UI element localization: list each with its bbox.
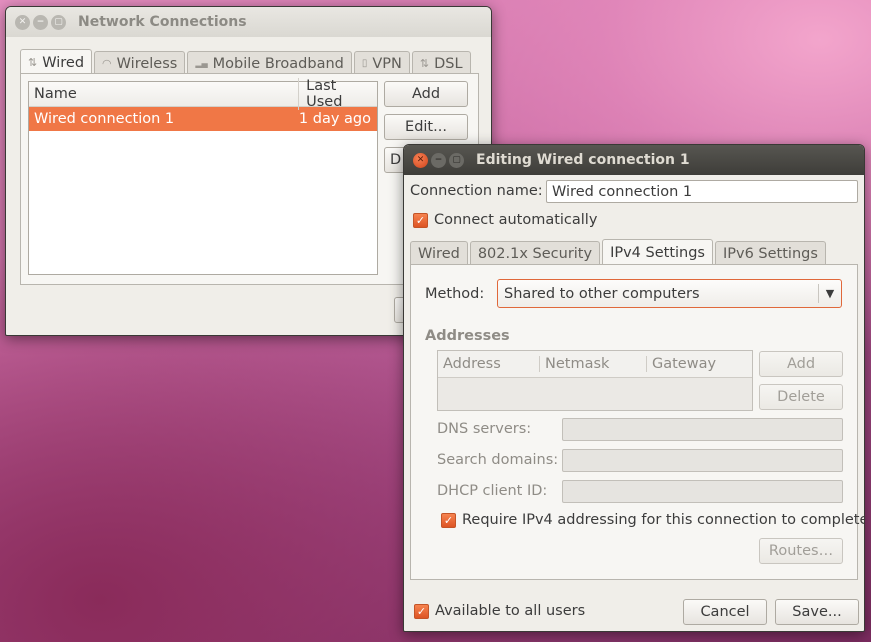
tab-mobile-broadband[interactable]: ▂▄ Mobile Broadband	[187, 51, 352, 75]
connection-list[interactable]: Name Last Used Wired connection 1 1 day …	[28, 78, 378, 275]
dhcp-client-id-input[interactable]	[562, 480, 843, 503]
save-button[interactable]: Save...	[775, 599, 859, 625]
dns-servers-input[interactable]	[562, 418, 843, 441]
search-domains-input[interactable]	[562, 449, 843, 472]
wired-icon: ⇅	[28, 56, 38, 69]
cancel-button[interactable]: Cancel	[683, 599, 767, 625]
search-domains-label: Search domains:	[437, 452, 559, 468]
column-last-used[interactable]: Last Used	[298, 78, 377, 110]
checkbox-label: Require IPv4 addressing for this connect…	[462, 512, 865, 528]
row-name: Wired connection 1	[34, 111, 175, 127]
row-last-used: 1 day ago	[298, 111, 371, 127]
tab-label: Mobile Broadband	[212, 55, 344, 72]
close-icon[interactable]: ✕	[413, 152, 428, 168]
close-icon[interactable]: ✕	[15, 14, 30, 30]
wifi-icon: ◠	[102, 57, 112, 70]
tab-label: Wireless	[116, 55, 178, 72]
chevron-down-icon: ▼	[825, 287, 835, 300]
editing-connection-window: ✕ − ▢ Editing Wired connection 1 Connect…	[403, 144, 865, 632]
maximize-icon[interactable]: ▢	[51, 14, 66, 30]
tab-label: VPN	[372, 55, 402, 72]
dns-servers-label: DNS servers:	[437, 421, 532, 437]
column-netmask: Netmask	[540, 356, 647, 372]
window-title: Network Connections	[78, 14, 247, 30]
checkbox-label: Available to all users	[435, 603, 586, 619]
column-name[interactable]: Name	[29, 86, 298, 102]
connection-type-tabs: ⇅ Wired ◠ Wireless ▂▄ Mobile Broadband ▯…	[20, 49, 473, 75]
lock-icon: ▯	[361, 58, 368, 69]
checkbox-label: Connect automatically	[434, 212, 598, 228]
dhcp-client-id-label: DHCP client ID:	[437, 483, 548, 499]
method-label: Method:	[425, 286, 485, 302]
tab-wired[interactable]: ⇅ Wired	[20, 49, 93, 75]
addresses-header: Address Netmask Gateway	[438, 351, 752, 378]
tab-ipv4-settings[interactable]: IPv4 Settings	[602, 239, 713, 265]
tab-vpn[interactable]: ▯ VPN	[353, 51, 410, 75]
edit-button[interactable]: Edit...	[384, 114, 468, 140]
add-button[interactable]: Add	[384, 81, 468, 107]
connect-automatically-checkbox[interactable]: ✓ Connect automatically	[413, 212, 597, 228]
window-buttons: ✕ − ▢	[413, 152, 464, 168]
tab-label: DSL	[434, 55, 463, 72]
maximize-icon[interactable]: ▢	[449, 152, 464, 168]
tab-dsl[interactable]: ⇅ DSL	[411, 51, 471, 75]
require-ipv4-checkbox[interactable]: ✓ Require IPv4 addressing for this conne…	[441, 512, 865, 528]
delete-label: D	[390, 152, 402, 168]
window-title: Editing Wired connection 1	[476, 152, 690, 168]
table-row[interactable]: Wired connection 1 1 day ago	[29, 107, 377, 131]
dsl-icon: ⇅	[419, 57, 430, 70]
settings-tabs: Wired 802.1x Security IPv4 Settings IPv6…	[410, 239, 828, 265]
checkmark-icon: ✓	[413, 212, 428, 228]
list-header: Name Last Used	[29, 78, 377, 110]
method-value: Shared to other computers	[504, 285, 700, 302]
window-buttons: ✕ − ▢	[15, 14, 66, 30]
connection-name-label: Connection name:	[410, 183, 543, 199]
tab-8021x-security[interactable]: 802.1x Security	[469, 241, 601, 265]
checkmark-icon: ✓	[441, 512, 456, 528]
addresses-heading: Addresses	[425, 328, 510, 344]
network-connections-titlebar: ✕ − ▢ Network Connections	[6, 7, 491, 37]
routes-button[interactable]: Routes…	[759, 538, 843, 564]
checkmark-icon: ✓	[414, 603, 429, 619]
connection-name-input[interactable]: Wired connection 1	[546, 180, 858, 203]
address-add-button[interactable]: Add	[759, 351, 843, 377]
minimize-icon[interactable]: −	[431, 152, 446, 168]
column-gateway: Gateway	[652, 356, 717, 372]
signal-icon: ▂▄	[195, 59, 208, 68]
minimize-icon[interactable]: −	[33, 14, 48, 30]
tab-wireless[interactable]: ◠ Wireless	[94, 51, 186, 75]
available-to-all-users-checkbox[interactable]: ✓ Available to all users	[414, 603, 585, 619]
method-select[interactable]: Shared to other computers ▼	[497, 279, 842, 308]
editing-connection-titlebar: ✕ − ▢ Editing Wired connection 1	[404, 145, 864, 175]
tab-wired[interactable]: Wired	[410, 241, 468, 265]
column-address: Address	[438, 356, 540, 372]
address-delete-button[interactable]: Delete	[759, 384, 843, 410]
addresses-table: Address Netmask Gateway	[437, 350, 753, 411]
tab-ipv6-settings[interactable]: IPv6 Settings	[715, 241, 826, 265]
tab-label: Wired	[42, 54, 85, 71]
